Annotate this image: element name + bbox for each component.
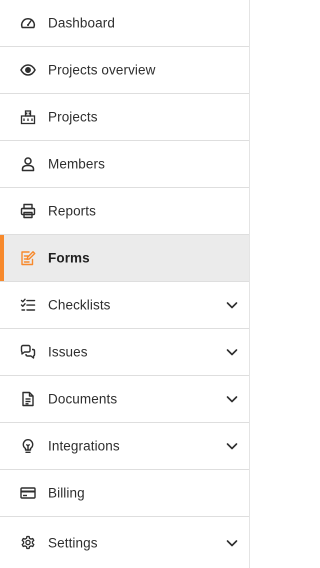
sidebar-item-label: Dashboard	[48, 15, 115, 31]
sidebar-item-integrations[interactable]: Integrations	[0, 423, 249, 470]
sidebar-item-settings[interactable]: Settings	[0, 517, 249, 568]
user-icon	[20, 156, 36, 172]
sidebar-item-dashboard[interactable]: Dashboard	[0, 0, 249, 47]
printer-icon	[20, 203, 36, 219]
sidebar-item-label: Settings	[48, 535, 98, 550]
sidebar-item-members[interactable]: Members	[0, 141, 249, 188]
document-icon	[20, 391, 36, 407]
sidebar-item-checklists[interactable]: Checklists	[0, 282, 249, 329]
sidebar-item-documents[interactable]: Documents	[0, 376, 249, 423]
sidebar-item-label: Billing	[48, 485, 85, 501]
gauge-icon	[20, 15, 36, 31]
lightbulb-icon	[20, 438, 36, 454]
chevron-down-icon[interactable]	[225, 298, 239, 312]
credit-card-icon	[20, 485, 36, 501]
eye-icon	[20, 62, 36, 78]
sidebar-item-label: Projects	[48, 109, 98, 125]
sidebar-item-label: Documents	[48, 391, 118, 407]
chevron-down-icon[interactable]	[225, 392, 239, 406]
sidebar-item-projects-overview[interactable]: Projects overview	[0, 47, 249, 94]
active-indicator	[0, 235, 4, 281]
sidebar-item-label: Issues	[48, 344, 88, 360]
chevron-down-icon[interactable]	[225, 536, 239, 550]
chevron-down-icon[interactable]	[225, 345, 239, 359]
form-edit-icon	[20, 250, 36, 266]
sidebar-item-label: Reports	[48, 203, 96, 219]
gear-icon	[20, 535, 36, 551]
chevron-down-icon[interactable]	[225, 439, 239, 453]
checklist-icon	[20, 297, 36, 313]
chat-bubbles-icon	[20, 344, 36, 360]
sidebar-item-label: Members	[48, 156, 105, 172]
sidebar-item-billing[interactable]: Billing	[0, 470, 249, 517]
sidebar-item-label: Checklists	[48, 297, 111, 313]
sidebar-item-label: Forms	[48, 250, 90, 266]
sidebar-item-forms[interactable]: Forms	[0, 235, 249, 282]
sidebar-item-label: Projects overview	[48, 62, 156, 78]
sidebar-nav: Dashboard Projects overview Projects Mem…	[0, 0, 250, 568]
sidebar-item-projects[interactable]: Projects	[0, 94, 249, 141]
sidebar-item-issues[interactable]: Issues	[0, 329, 249, 376]
sidebar-item-reports[interactable]: Reports	[0, 188, 249, 235]
sidebar-item-label: Integrations	[48, 438, 120, 454]
building-icon	[20, 109, 36, 125]
